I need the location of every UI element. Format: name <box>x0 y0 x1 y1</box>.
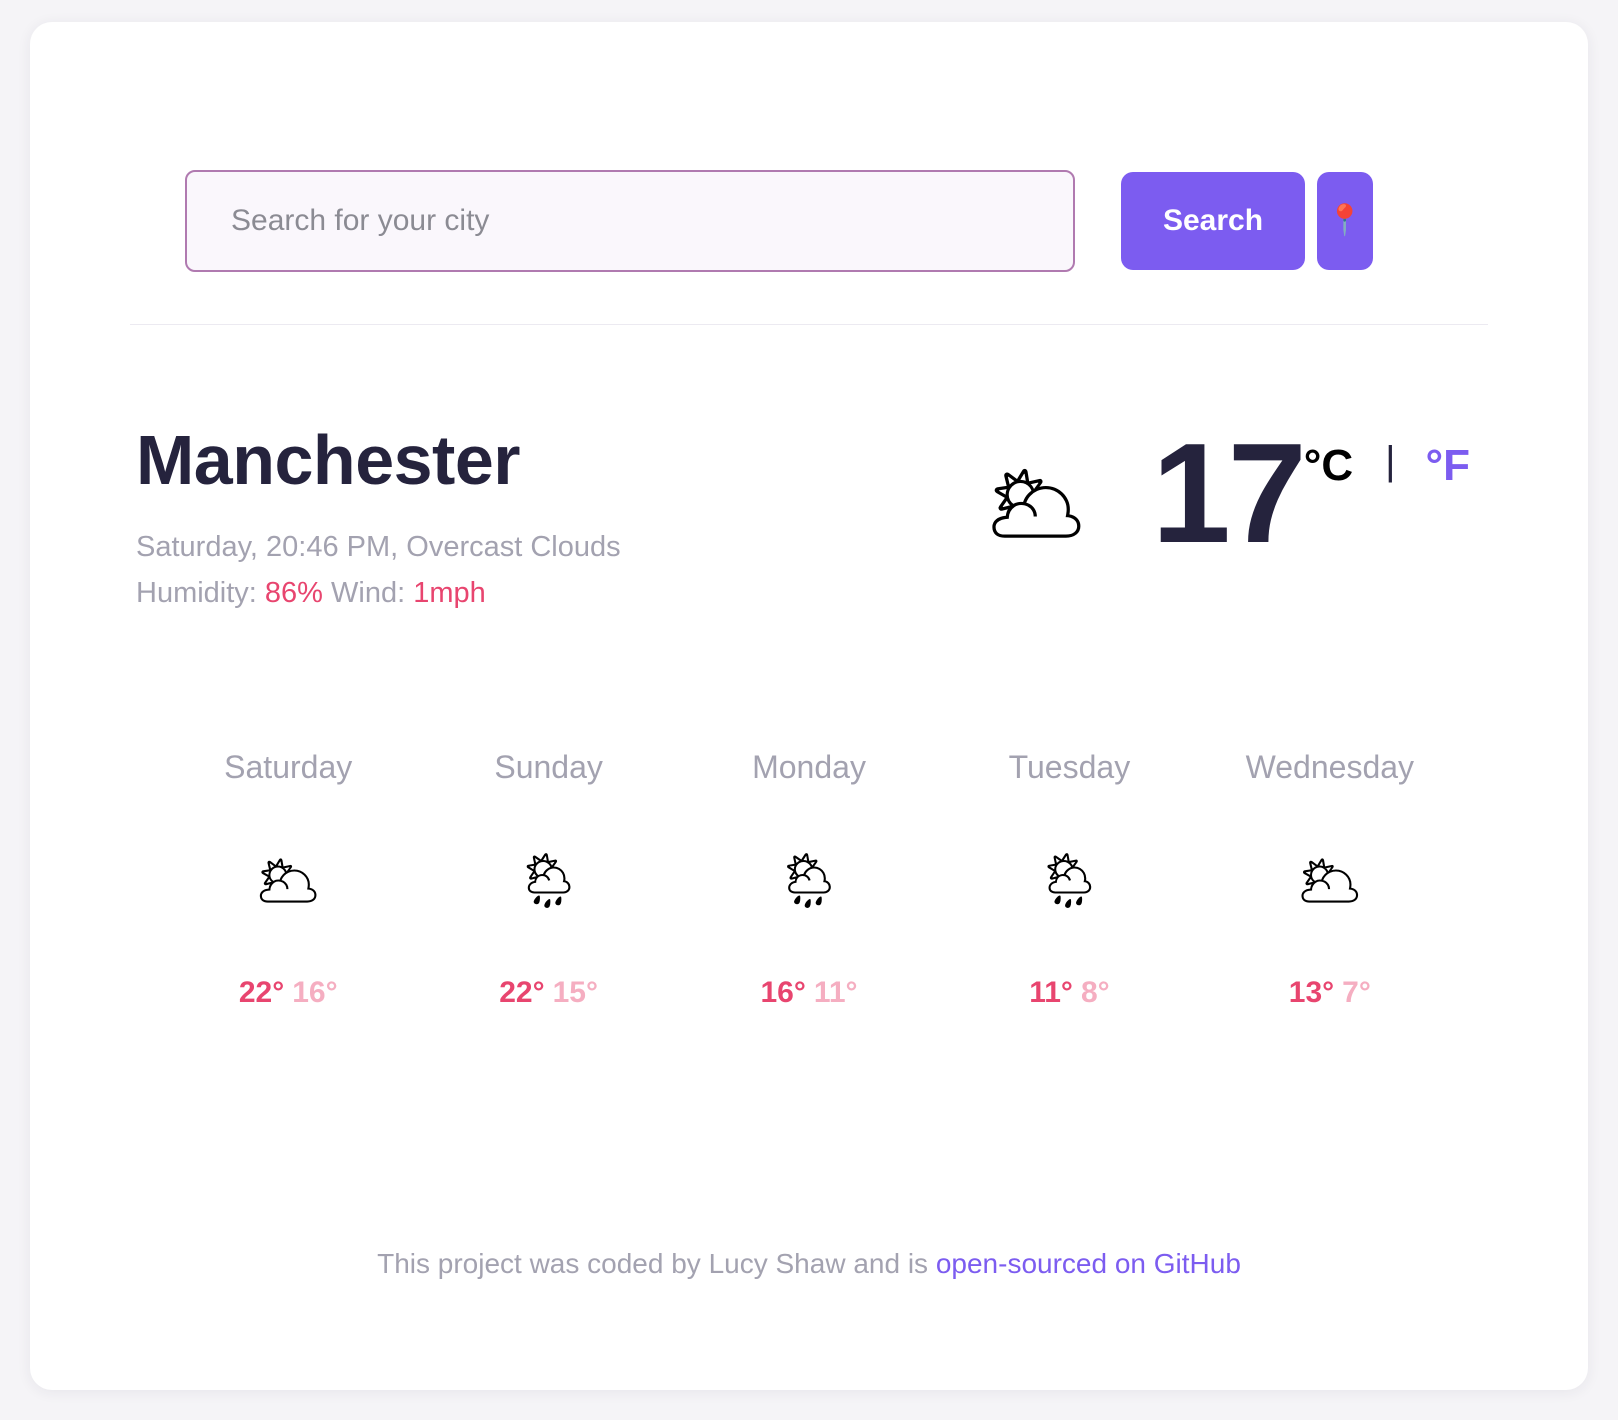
forecast-temperatures: 16° 11° <box>679 976 939 1010</box>
footer-text: This project was coded by Lucy Shaw and … <box>377 1248 936 1279</box>
forecast-temp-max: 16° <box>760 975 806 1009</box>
current-temperature-value: 17 <box>1151 414 1307 573</box>
forecast-temp-max: 22° <box>238 975 285 1009</box>
city-name: Manchester <box>136 421 521 499</box>
fahrenheit-unit-link[interactable]: °F <box>1426 441 1470 491</box>
forecast-day: Sunday 🌦 22° 15° <box>418 749 678 1010</box>
sun-behind-rain-cloud-icon: 🌦 <box>1035 850 1104 911</box>
wind-label: Wind: <box>322 577 414 609</box>
current-conditions: Saturday, 20:46 PM, Overcast Clouds Humi… <box>136 525 983 617</box>
forecast-temperatures: 13° 7° <box>1200 976 1460 1010</box>
date-time-description: Saturday, 20:46 PM, Overcast Clouds <box>136 531 621 564</box>
forecast-temp-min: 8° <box>1080 975 1110 1009</box>
round-pushpin-icon: 📍 <box>1326 204 1364 237</box>
forecast-day-name: Monday <box>752 748 866 785</box>
forecast-day-name: Tuesday <box>1008 748 1131 785</box>
search-bar: Search 📍 <box>130 22 1488 272</box>
humidity-wind-line: Humidity: 86% Wind: 1mph <box>136 571 983 617</box>
unit-separator: | <box>1385 439 1396 483</box>
forecast-temperatures: 11° 8° <box>939 976 1199 1010</box>
overcast-clouds-icon: 🌥 <box>983 456 1090 550</box>
github-link[interactable]: open-sourced on GitHub <box>936 1248 1241 1279</box>
sun-behind-rain-cloud-icon: 🌦 <box>514 850 583 911</box>
sun-behind-rain-cloud-icon: 🌦 <box>774 850 844 911</box>
forecast-day: Tuesday 🌦 11° 8° <box>939 749 1199 1010</box>
forecast-temp-min: 7° <box>1342 975 1371 1009</box>
current-weather-details: Manchester Saturday, 20:46 PM, Overcast … <box>136 423 983 617</box>
search-button[interactable]: Search <box>1121 172 1305 270</box>
current-temperature-block: 🌥 17 °C | °F <box>983 414 1488 573</box>
forecast-temp-max: 11° <box>1029 975 1073 1009</box>
forecast-temperatures: 22° 16° <box>158 976 418 1010</box>
forecast-temperatures: 22° 15° <box>418 976 678 1010</box>
forecast-day: Monday 🌦 16° 11° <box>679 749 939 1010</box>
forecast-temp-min: 11° <box>813 975 858 1009</box>
forecast-day-name: Wednesday <box>1245 748 1415 785</box>
humidity-value: 86% <box>264 577 323 609</box>
weather-app-card: Search 📍 Manchester Saturday, 20:46 PM, … <box>30 22 1588 1390</box>
page-background: Search 📍 Manchester Saturday, 20:46 PM, … <box>0 0 1618 1420</box>
forecast-row: Saturday 🌥 22° 16° Sunday 🌦 22° 15° Monday… <box>130 749 1488 1010</box>
forecast-day-name: Sunday <box>494 748 603 785</box>
current-weather-section: Manchester Saturday, 20:46 PM, Overcast … <box>130 325 1488 617</box>
current-location-button[interactable]: 📍 <box>1317 172 1373 270</box>
overcast-clouds-icon: 🌥 <box>253 850 323 911</box>
forecast-day: Wednesday 🌥 13° 7° <box>1200 749 1460 1010</box>
overcast-clouds-icon: 🌥 <box>1295 850 1365 911</box>
search-input[interactable] <box>185 170 1075 272</box>
forecast-temp-max: 13° <box>1288 975 1335 1009</box>
forecast-day: Saturday 🌥 22° 16° <box>158 749 418 1010</box>
forecast-day-name: Saturday <box>224 748 353 785</box>
forecast-temp-min: 16° <box>292 975 338 1009</box>
forecast-temp-min: 15° <box>552 975 598 1009</box>
celsius-unit-link[interactable]: °C <box>1304 441 1353 491</box>
wind-value: 1mph <box>413 577 486 609</box>
temperature-readout: 17 °C | °F <box>1151 414 1470 573</box>
forecast-temp-max: 22° <box>499 975 545 1009</box>
humidity-label: Humidity: <box>136 577 265 609</box>
footer: This project was coded by Lucy Shaw and … <box>130 1248 1488 1390</box>
